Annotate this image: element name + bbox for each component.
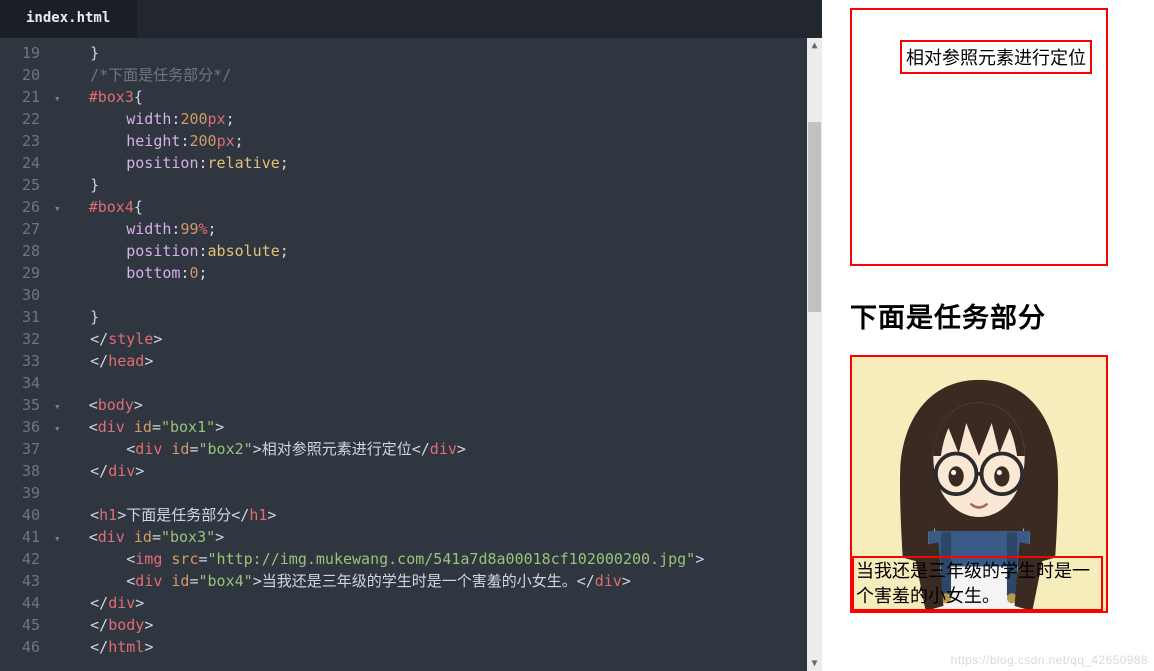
code-line[interactable]: </html> [54, 636, 822, 658]
code-line[interactable] [54, 482, 822, 504]
line-number: 39 [0, 482, 40, 504]
code-line[interactable]: position:absolute; [54, 240, 822, 262]
line-number: 32 [0, 328, 40, 350]
code-line[interactable]: </div> [54, 460, 822, 482]
tab-index-html[interactable]: index.html [0, 0, 137, 38]
line-number: 31 [0, 306, 40, 328]
tab-bar: index.html [0, 0, 822, 38]
line-number: 40 [0, 504, 40, 526]
box3: 当我还是三年级的学生时是一个害羞的小女生。 [850, 355, 1108, 613]
line-number: 33 [0, 350, 40, 372]
code-line[interactable]: } [54, 306, 822, 328]
line-number: 38 [0, 460, 40, 482]
code-line[interactable]: width:200px; [54, 108, 822, 130]
vertical-scrollbar[interactable]: ▲ ▼ [807, 38, 822, 671]
code-line[interactable]: </div> [54, 592, 822, 614]
line-number: 26 [0, 196, 40, 218]
line-number: 36 [0, 416, 40, 438]
code-line[interactable]: height:200px; [54, 130, 822, 152]
scroll-down-arrow[interactable]: ▼ [807, 656, 822, 671]
code-line[interactable]: </style> [54, 328, 822, 350]
line-number: 44 [0, 592, 40, 614]
code-line[interactable]: bottom:0; [54, 262, 822, 284]
line-number: 46 [0, 636, 40, 658]
code-line[interactable]: /*下面是任务部分*/ [54, 64, 822, 86]
task-heading: 下面是任务部分 [850, 296, 1140, 335]
line-number: 25 [0, 174, 40, 196]
code-line[interactable]: ▾ <div id="box1"> [54, 416, 822, 438]
line-number: 23 [0, 130, 40, 152]
code-line[interactable] [54, 284, 822, 306]
line-number: 27 [0, 218, 40, 240]
code-line[interactable]: <h1>下面是任务部分</h1> [54, 504, 822, 526]
code-line[interactable]: <div id="box4">当我还是三年级的学生时是一个害羞的小女生。</di… [54, 570, 822, 592]
code-line[interactable]: <img src="http://img.mukewang.com/541a7d… [54, 548, 822, 570]
watermark: https://blog.csdn.net/qq_42650988 [951, 653, 1148, 667]
code-area[interactable]: 1920212223242526272829303132333435363738… [0, 38, 822, 671]
code-line[interactable]: width:99%; [54, 218, 822, 240]
line-number: 20 [0, 64, 40, 86]
browser-preview: 相对参照元素进行定位 下面是任务部分 当我还是三年级的学生时是一个害羞的小女 [822, 0, 1154, 671]
code-content[interactable]: } /*下面是任务部分*/▾ #box3{ width:200px; heigh… [46, 38, 822, 671]
box2: 相对参照元素进行定位 [900, 40, 1092, 74]
line-number: 37 [0, 438, 40, 460]
scrollbar-thumb[interactable] [808, 122, 821, 312]
code-line[interactable]: </body> [54, 614, 822, 636]
code-line[interactable]: } [54, 42, 822, 64]
code-line[interactable] [54, 372, 822, 394]
line-number: 42 [0, 548, 40, 570]
line-number: 34 [0, 372, 40, 394]
line-number: 30 [0, 284, 40, 306]
line-number: 45 [0, 614, 40, 636]
line-number: 29 [0, 262, 40, 284]
box4: 当我还是三年级的学生时是一个害羞的小女生。 [852, 556, 1103, 611]
code-line[interactable]: ▾ <div id="box3"> [54, 526, 822, 548]
scroll-up-arrow[interactable]: ▲ [807, 38, 822, 53]
code-editor: index.html 19202122232425262728293031323… [0, 0, 822, 671]
line-number: 22 [0, 108, 40, 130]
line-number: 19 [0, 42, 40, 64]
box1: 相对参照元素进行定位 [850, 8, 1108, 266]
code-line[interactable]: </head> [54, 350, 822, 372]
code-line[interactable]: ▾ #box4{ [54, 196, 822, 218]
code-line[interactable]: position:relative; [54, 152, 822, 174]
line-number: 24 [0, 152, 40, 174]
code-line[interactable]: ▾ #box3{ [54, 86, 822, 108]
code-line[interactable]: } [54, 174, 822, 196]
code-line[interactable]: <div id="box2">相对参照元素进行定位</div> [54, 438, 822, 460]
line-number: 21 [0, 86, 40, 108]
line-number: 28 [0, 240, 40, 262]
line-number: 35 [0, 394, 40, 416]
line-number-gutter: 1920212223242526272829303132333435363738… [0, 38, 46, 671]
line-number: 43 [0, 570, 40, 592]
code-line[interactable]: ▾ <body> [54, 394, 822, 416]
line-number: 41 [0, 526, 40, 548]
